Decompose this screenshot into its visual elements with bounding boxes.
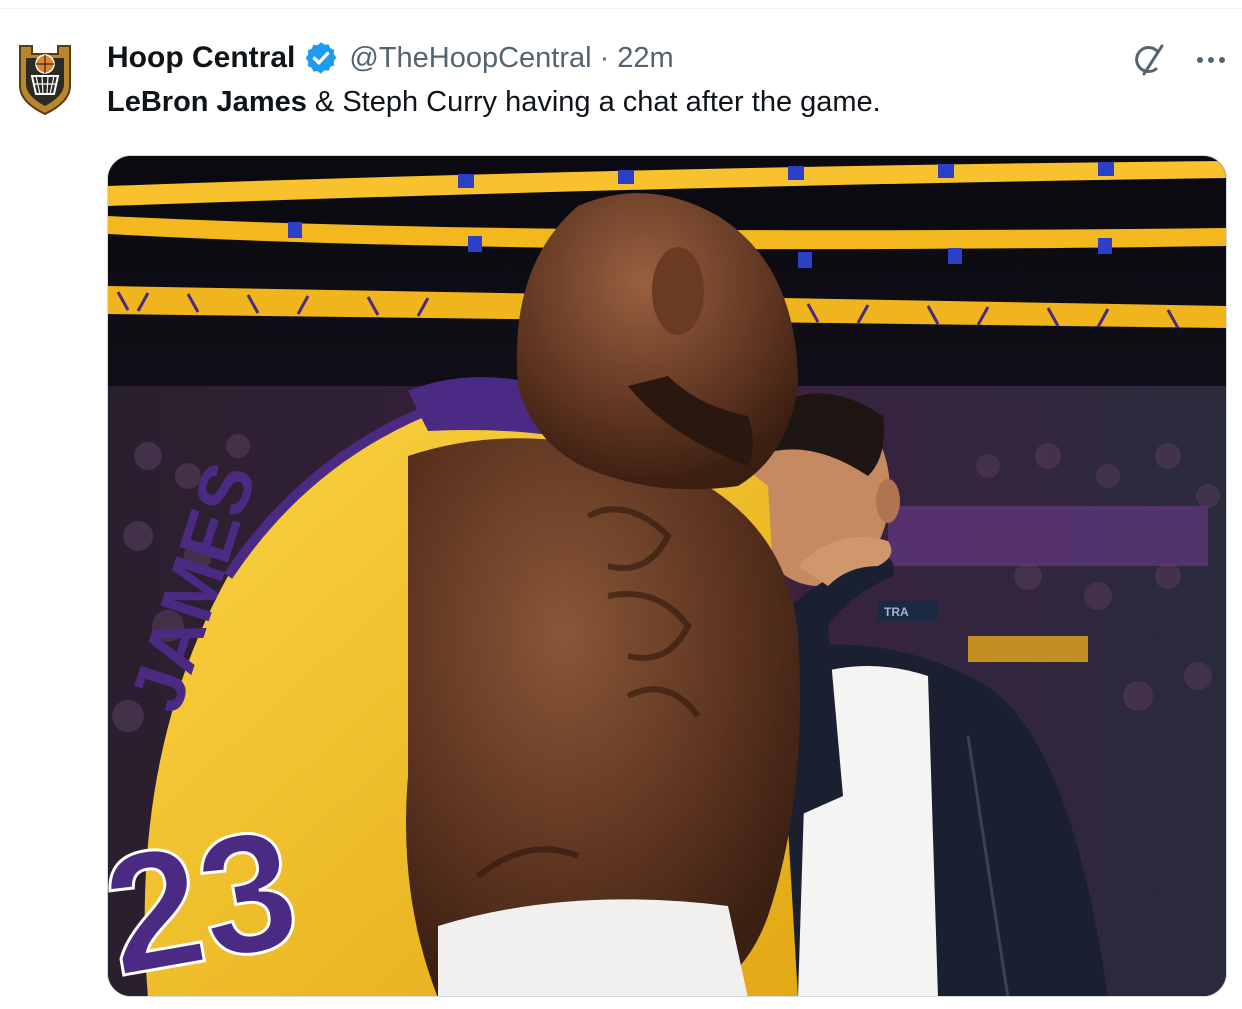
grok-icon[interactable] [1128, 40, 1168, 80]
timestamp[interactable]: 22m [617, 42, 673, 75]
courtside-table [968, 636, 1088, 662]
hoop-central-logo-icon [19, 45, 71, 116]
courtside-sign-text: TRA [884, 605, 909, 619]
tweet-card[interactable]: Hoop Central @TheHoopCentral · 22m LeBro… [0, 0, 1242, 1009]
verified-badge-icon [303, 40, 339, 76]
tweet-text: LeBron James & Steph Curry having a chat… [107, 86, 881, 119]
user-handle[interactable]: @TheHoopCentral [349, 42, 591, 75]
lebron-ear [652, 247, 704, 335]
separator-dot: · [599, 41, 610, 74]
photo-illustration: TRA JAMES 23 [108, 156, 1226, 997]
tweet-text-bold: LeBron James [107, 86, 307, 118]
lebron-sleeve [438, 899, 748, 996]
divider [0, 8, 1242, 9]
avatar[interactable] [18, 40, 72, 116]
display-name[interactable]: Hoop Central [107, 41, 295, 75]
tweet-media-photo[interactable]: TRA JAMES 23 [107, 155, 1227, 997]
jersey-number: 23 [108, 792, 311, 997]
curry-ear [876, 479, 900, 523]
crowd-purple-glow [888, 506, 1208, 566]
tweet-actions [1128, 38, 1228, 82]
tweet-header: Hoop Central @TheHoopCentral · 22m [107, 38, 674, 78]
tweet-text-rest: & Steph Curry having a chat after the ga… [306, 86, 881, 118]
more-options-icon[interactable] [1194, 43, 1228, 77]
